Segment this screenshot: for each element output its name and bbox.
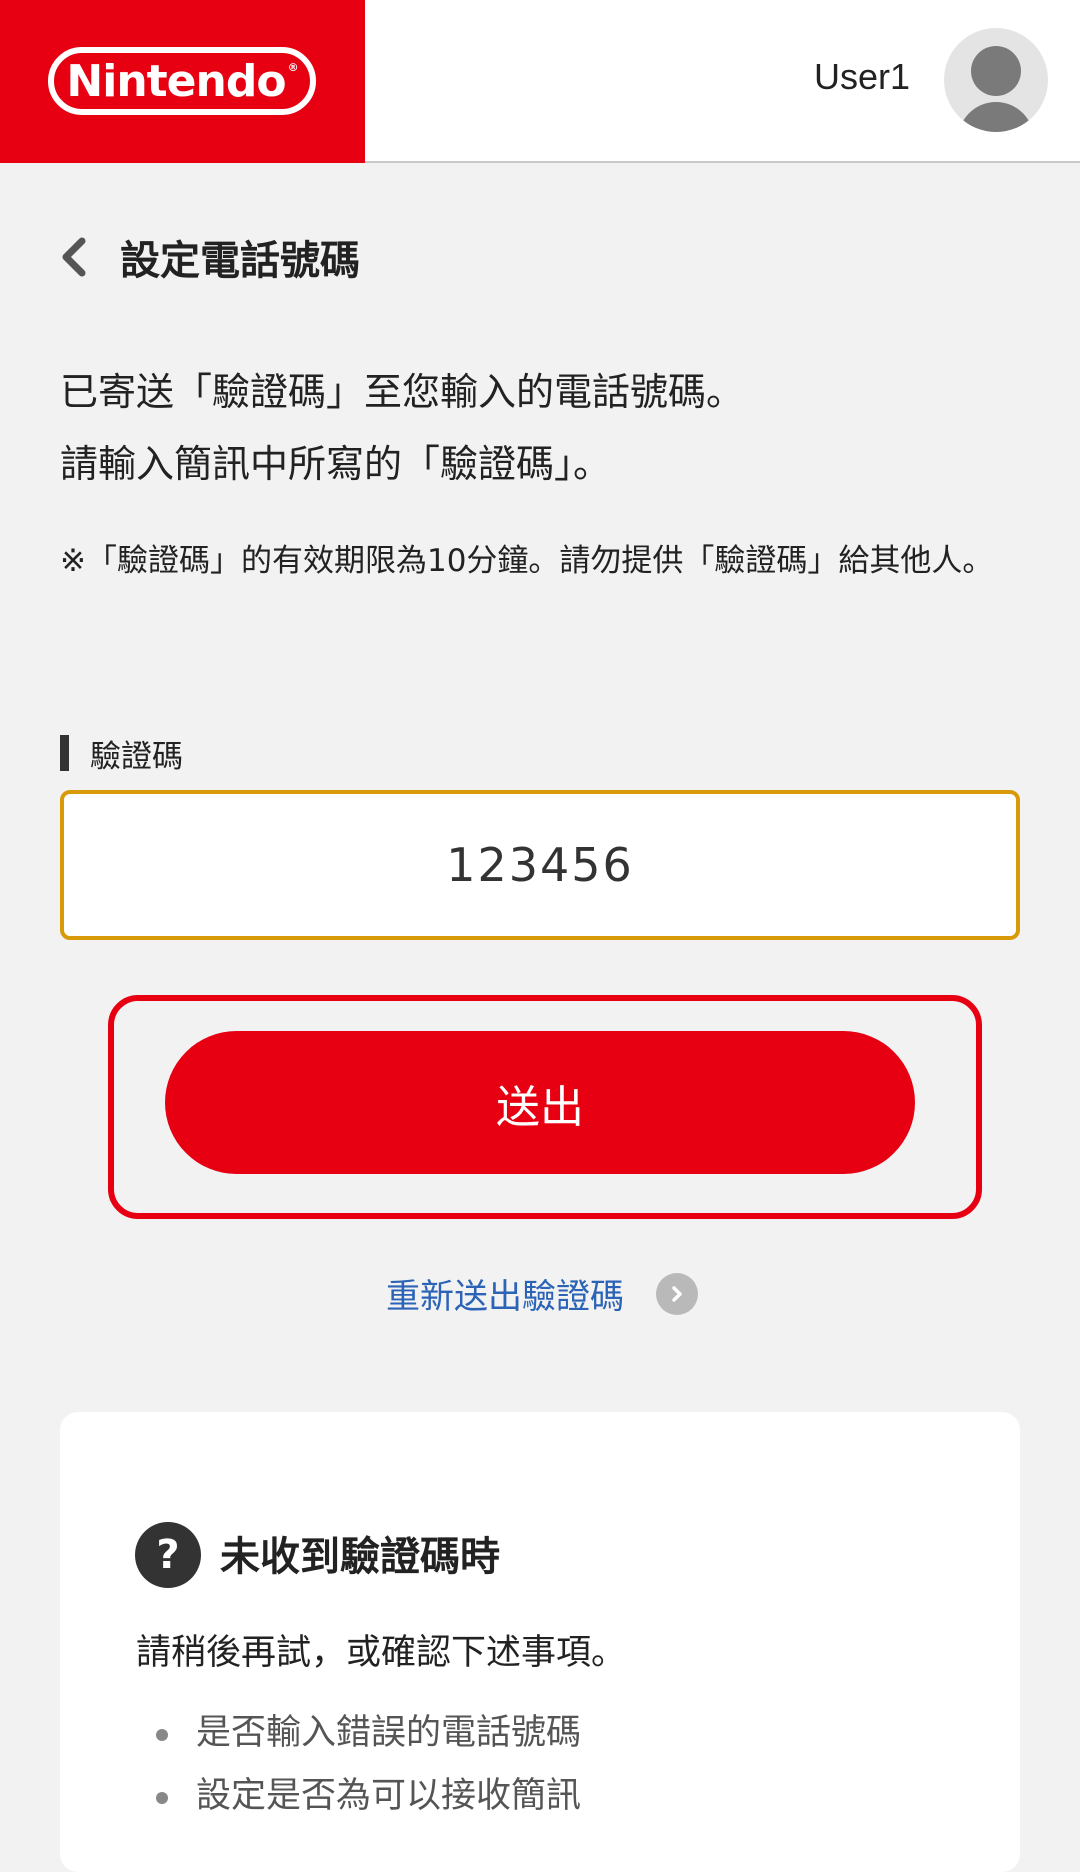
logo-pill: Nintendo ® <box>48 47 316 115</box>
help-card: ? 未收到驗證碼時 請稍後再試，或確認下述事項。 是否輸入錯誤的電話號碼 設定是… <box>60 1412 1020 1872</box>
question-circle-icon: ? <box>135 1522 201 1588</box>
nintendo-logo[interactable]: Nintendo ® <box>0 0 365 163</box>
logo-text: Nintendo <box>66 55 286 107</box>
help-title: 未收到驗證碼時 <box>220 1534 500 1580</box>
list-item: 設定是否為可以接收簡訊 <box>136 1765 581 1828</box>
instruction-line-1: 已寄送「驗證碼」至您輸入的電話號碼。 <box>60 370 745 414</box>
help-description: 請稍後再試，或確認下述事項。 <box>136 1633 627 1673</box>
help-checklist: 是否輸入錯誤的電話號碼 設定是否為可以接收簡訊 <box>136 1702 581 1828</box>
submit-button[interactable]: 送出 <box>165 1031 915 1174</box>
username: User1 <box>813 56 910 97</box>
instruction-text: 已寄送「驗證碼」至您輸入的電話號碼。 請輸入簡訊中所寫的「驗證碼」。 <box>60 356 1020 500</box>
header-bar: Nintendo ® User1 <box>0 0 1080 163</box>
verification-code-label: 驗證碼 <box>60 731 183 776</box>
expiry-note: ※「驗證碼」的有效期限為10分鐘。請勿提供「驗證碼」給其他人。 <box>60 543 994 579</box>
resend-code-link[interactable]: 重新送出驗證碼 <box>386 1269 698 1318</box>
chevron-right-circle-icon <box>656 1272 698 1315</box>
list-item: 是否輸入錯誤的電話號碼 <box>136 1702 581 1765</box>
resend-code-label: 重新送出驗證碼 <box>386 1277 624 1317</box>
chevron-left-icon[interactable] <box>58 237 92 277</box>
logo-registered-mark: ® <box>287 60 299 74</box>
avatar-head-shape <box>971 46 1021 96</box>
avatar-body-shape <box>958 102 1034 132</box>
page-title: 設定電話號碼 <box>120 238 360 284</box>
instruction-line-2: 請輸入簡訊中所寫的「驗證碼」。 <box>60 442 612 486</box>
verification-code-input[interactable] <box>60 790 1020 940</box>
avatar[interactable] <box>944 28 1048 132</box>
